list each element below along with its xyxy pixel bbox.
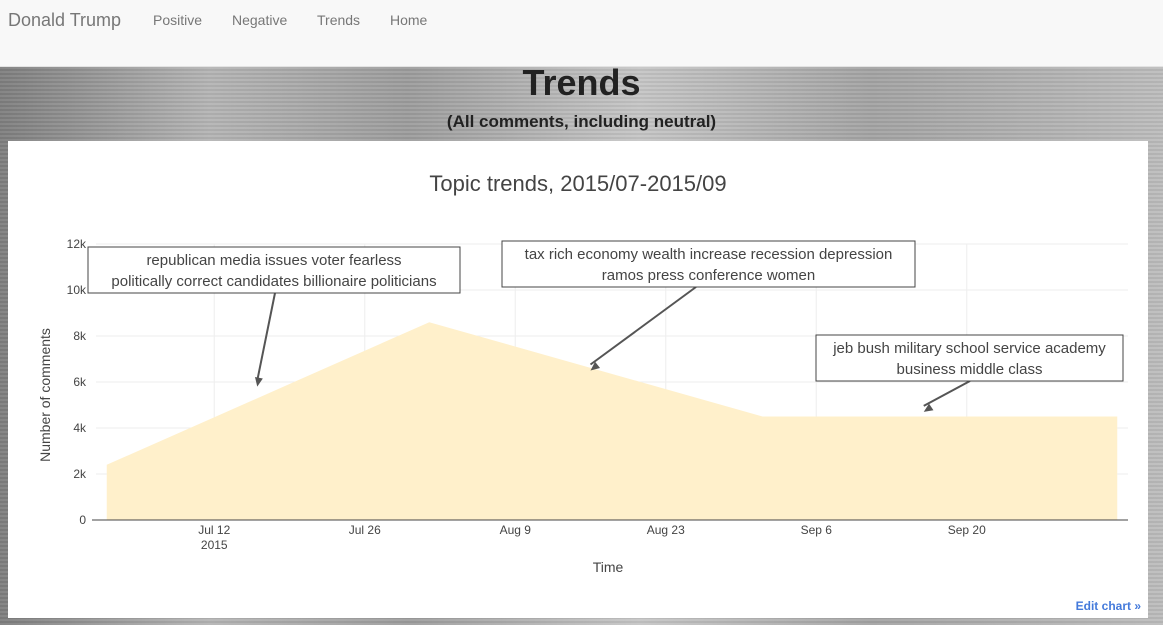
chart-title: Topic trends, 2015/07-2015/09	[429, 171, 726, 196]
annotation-text: ramos press conference women	[602, 267, 815, 284]
annotation-arrow	[256, 292, 276, 381]
navbar-brand[interactable]: Donald Trump	[8, 10, 121, 31]
y-tick-label: 4k	[73, 421, 87, 435]
chart-panel: 0 2k 4k 6k 8k 10k 12k Jul 12 2015 Jul 26 Aug 9 Aug …	[8, 141, 1148, 618]
annotation-arrow	[923, 380, 971, 407]
edit-chart-link[interactable]: Edit chart »	[1076, 599, 1141, 613]
x-axis-label: Time	[593, 559, 624, 575]
annotation-text: republican media issues voter fearless	[146, 252, 401, 269]
x-tick-label: Aug 23	[647, 523, 685, 537]
x-tick-label: Sep 6	[801, 523, 833, 537]
annotation-text: jeb bush military school service academy	[832, 340, 1106, 357]
annotation-arrow	[589, 286, 697, 366]
y-axis-label: Number of comments	[37, 328, 53, 462]
x-tick-sublabel: 2015	[201, 538, 228, 552]
annotation: jeb bush military school service academy…	[815, 334, 1124, 412]
x-tick-label: Jul 26	[349, 523, 381, 537]
y-tick-label: 6k	[73, 375, 87, 389]
navbar: Donald Trump Positive Negative Trends Ho…	[0, 0, 1163, 67]
annotation-text: business middle class	[897, 361, 1043, 378]
nav-link-positive[interactable]: Positive	[153, 12, 202, 28]
page-title: Trends	[522, 62, 641, 103]
nav-link-negative[interactable]: Negative	[232, 12, 287, 28]
x-tick-label: Sep 20	[948, 523, 986, 537]
nav-link-home[interactable]: Home	[390, 12, 427, 28]
y-tick-label: 2k	[73, 467, 87, 481]
annotation-text: politically correct candidates billionai…	[111, 273, 436, 290]
y-tick-label: 8k	[73, 329, 87, 343]
annotation-text: tax rich economy wealth increase recessi…	[525, 246, 893, 263]
nav-link-trends[interactable]: Trends	[317, 12, 360, 28]
page-subtitle: (All comments, including neutral)	[446, 112, 717, 131]
y-tick-label: 10k	[67, 283, 87, 297]
y-tick-label: 0	[79, 513, 86, 527]
x-tick-label: Jul 12	[198, 523, 230, 537]
x-tick-label: Aug 9	[500, 523, 532, 537]
y-tick-label: 12k	[67, 237, 87, 251]
trend-chart: 0 2k 4k 6k 8k 10k 12k Jul 122015 Jul 26 Aug 9 Aug …	[37, 171, 1128, 575]
